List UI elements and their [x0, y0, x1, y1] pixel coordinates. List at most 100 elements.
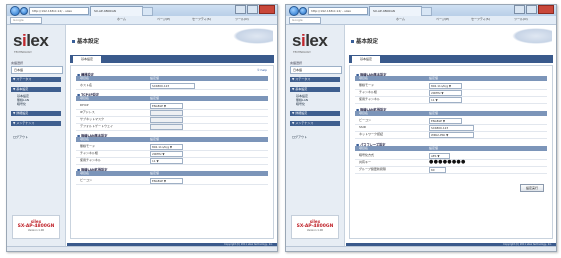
apply-settings-button[interactable]: 設定実行	[520, 184, 544, 192]
menu-status[interactable]: ▼ ステータス	[290, 77, 340, 82]
menu-detail[interactable]: ▼ 詳細設定	[290, 111, 340, 116]
table-row: 使用チャンネル 11 ▼	[76, 157, 268, 165]
home-command[interactable]: ホーム	[396, 17, 405, 22]
tools-menu[interactable]: ツール(O)	[514, 17, 528, 22]
logo-tagline: TECHNOLOGY	[14, 51, 32, 54]
silex-logo: silex	[292, 31, 328, 50]
search-input[interactable]: Google	[10, 17, 42, 24]
submenu-encryption[interactable]: 暗号化	[296, 102, 305, 106]
language-select[interactable]: 日本語	[290, 66, 342, 74]
maximize-button[interactable]	[247, 5, 258, 14]
menu-basic[interactable]: ▼ 基本設定	[11, 87, 61, 92]
new-tab-button[interactable]	[142, 7, 153, 16]
channel-select[interactable]: 11 ▼	[429, 97, 462, 103]
table-header: 項目名 設定値	[355, 146, 547, 151]
table-row: グループ鍵更新間隔 60	[355, 166, 547, 174]
table-row: 使用チャンネル 11 ▼	[355, 96, 547, 104]
table-row: ホスト名 SX4800-123	[76, 82, 268, 90]
model-badge: silex SX-AP-4800GN Version 1.00	[291, 215, 339, 239]
tools-menu[interactable]: ツール(O)	[235, 17, 249, 22]
status-bar	[7, 246, 277, 251]
page-title: 基本設定	[351, 37, 378, 45]
help-link[interactable]: ① help	[257, 68, 267, 72]
minimize-button[interactable]	[514, 5, 525, 14]
safety-menu[interactable]: セーフティ(S)	[471, 17, 490, 22]
new-tab-button[interactable]	[421, 7, 432, 16]
logo-tagline: TECHNOLOGY	[293, 51, 311, 54]
web-page: silex TECHNOLOGY 言語選択 日本語 ▼ ステータス ▼ 基本設定…	[7, 25, 277, 247]
page-title: 基本設定	[72, 37, 99, 45]
model-badge: silex SX-AP-4800GN Version 1.00	[12, 215, 60, 239]
table-header: 項目名 設定値	[355, 76, 547, 81]
tab-bar: 基本設定	[70, 55, 274, 63]
main-content: 基本設定 基本設定 無線LAN基本設定 項目名設定値 無線モード802.11n/…	[346, 25, 556, 247]
silex-logo: silex	[13, 31, 49, 50]
safety-menu[interactable]: セーフティ(S)	[192, 17, 211, 22]
firmware-version: Version 1.00	[27, 229, 45, 232]
menu-status[interactable]: ▼ ステータス	[11, 77, 61, 82]
menu-basic[interactable]: ▼ 基本設定	[290, 87, 340, 92]
table-header: 項目名 設定値	[76, 171, 268, 176]
hostname-field[interactable]: SX4800-123	[150, 83, 195, 89]
logout-link[interactable]: ログアウト	[13, 135, 28, 139]
beacon-select[interactable]: ENABLE ▼	[150, 178, 183, 184]
window-controls	[234, 5, 275, 14]
table-row: ネットワーク認証 WPA2-PSK ▼	[355, 131, 547, 139]
page-menu[interactable]: ページ(P)	[157, 17, 170, 22]
close-button[interactable]	[538, 5, 554, 14]
back-button[interactable]	[10, 6, 20, 16]
menu-maintenance[interactable]: ▼ メンテナンス	[290, 121, 340, 126]
firmware-version: Version 1.00	[306, 229, 324, 232]
search-input[interactable]: Google	[289, 17, 321, 24]
address-bar[interactable]: http://192.168.0.12/ - silex	[308, 7, 368, 15]
logout-link[interactable]: ログアウト	[292, 135, 307, 139]
submenu-encryption[interactable]: 暗号化	[17, 102, 26, 106]
home-command[interactable]: ホーム	[117, 17, 126, 22]
command-bar: Google ホーム ページ(P) セーフティ(S) ツール(O)	[286, 16, 556, 25]
web-page: silex TECHNOLOGY 言語選択 日本語 ▼ ステータス ▼ 基本設定…	[286, 25, 556, 247]
sidebar: silex TECHNOLOGY 言語選択 日本語 ▼ ステータス ▼ 基本設定…	[286, 25, 345, 247]
table-header: 項目名 設定値	[76, 137, 268, 142]
forward-button[interactable]	[20, 7, 28, 15]
menu-maintenance[interactable]: ▼ メンテナンス	[11, 121, 61, 126]
browser-window-left: http://192.168.0.12/ - silex SX-AP-4800G…	[6, 4, 278, 252]
settings-panel: 無線LAN基本設定 項目名設定値 無線モード802.11n/b/g ▼ チャンネ…	[349, 65, 553, 239]
table-header: 項目名 設定値	[76, 96, 268, 101]
shared-key-field[interactable]: ●●●●●●●●	[429, 159, 466, 166]
language-select[interactable]: 日本語	[11, 66, 63, 74]
channel-select[interactable]: 11 ▼	[150, 158, 183, 164]
address-bar[interactable]: http://192.168.0.12/ - silex	[29, 7, 89, 15]
browser-window-right: http://192.168.0.12/ - silex SX-AP-4800G…	[285, 4, 557, 252]
settings-panel: ① help 機器設定 項目名設定値 ホスト名SX4800-123 TCP/IP…	[70, 65, 274, 239]
sidebar: silex TECHNOLOGY 言語選択 日本語 ▼ ステータス ▼ 基本設定…	[7, 25, 66, 247]
table-row: ビーコン ENABLE ▼	[76, 177, 268, 185]
close-button[interactable]	[259, 5, 275, 14]
language-label: 言語選択	[11, 61, 24, 65]
menu-detail[interactable]: ▼ 詳細設定	[11, 111, 61, 116]
network-auth-select[interactable]: WPA2-PSK ▼	[429, 132, 474, 138]
header-decoration	[512, 28, 552, 44]
command-bar: Google ホーム ページ(P) セーフティ(S) ツール(O)	[7, 16, 277, 25]
title-bar: http://192.168.0.12/ - silex SX-AP-4800G…	[7, 5, 277, 16]
back-button[interactable]	[289, 6, 299, 16]
tab-bar: 基本設定	[349, 55, 553, 63]
browser-tab[interactable]: SX-AP-4800GN	[369, 6, 422, 16]
header-decoration	[233, 28, 273, 44]
title-bar: http://192.168.0.12/ - silex SX-AP-4800G…	[286, 5, 556, 16]
tab-basic-settings[interactable]: 基本設定	[73, 56, 101, 63]
main-content: 基本設定 基本設定 ① help 機器設定 項目名設定値 ホスト名SX4800-…	[67, 25, 277, 247]
gateway-field[interactable]	[150, 124, 183, 130]
browser-tab[interactable]: SX-AP-4800GN	[90, 6, 143, 16]
forward-button[interactable]	[299, 7, 307, 15]
table-row: デフォルトゲートウェイ	[76, 123, 268, 131]
table-header: 項目名 設定値	[355, 111, 547, 116]
language-label: 言語選択	[290, 61, 303, 65]
status-bar	[286, 246, 556, 251]
tab-basic-settings[interactable]: 基本設定	[352, 56, 380, 63]
maximize-button[interactable]	[526, 5, 537, 14]
window-controls	[513, 5, 554, 14]
group-key-interval-field[interactable]: 60	[429, 167, 446, 173]
page-menu[interactable]: ページ(P)	[436, 17, 449, 22]
minimize-button[interactable]	[235, 5, 246, 14]
table-header: 項目名 設定値	[76, 76, 268, 81]
